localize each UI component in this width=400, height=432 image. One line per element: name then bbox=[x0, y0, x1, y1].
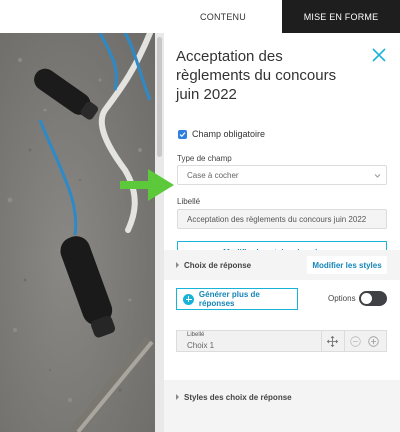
tab-format[interactable]: MISE EN FORME bbox=[282, 0, 400, 33]
choice-caption: Libellé bbox=[187, 332, 205, 338]
options-toggle[interactable] bbox=[359, 291, 387, 306]
field-type-label: Type de champ bbox=[177, 154, 232, 163]
required-checkbox[interactable] bbox=[178, 129, 187, 139]
generate-answers-button[interactable]: Générer plus de réponses bbox=[176, 288, 298, 310]
background-photo bbox=[0, 0, 164, 432]
photo-top-strip bbox=[0, 0, 164, 33]
options-label: Options bbox=[328, 294, 356, 303]
answers-section-body: Générer plus de réponses Options Libellé… bbox=[164, 280, 400, 380]
arrow-right-icon bbox=[120, 169, 174, 201]
chevron-down-icon bbox=[374, 174, 381, 178]
required-checkbox-row[interactable]: Champ obligatoire bbox=[178, 129, 265, 139]
editor-panel: CONTENU MISE EN FORME Acceptation des rè… bbox=[164, 0, 400, 432]
panel-title: Acceptation des règlements du concours j… bbox=[176, 48, 337, 103]
jump-rope-photo bbox=[0, 0, 164, 432]
choice-value[interactable]: Choix 1 bbox=[187, 341, 214, 350]
field-settings: Acceptation des règlements du concours j… bbox=[164, 33, 400, 263]
choice-divider bbox=[344, 331, 345, 351]
plus-circle-icon[interactable] bbox=[368, 336, 379, 347]
triangle-right-icon bbox=[176, 394, 179, 400]
plus-circle-icon bbox=[183, 293, 194, 305]
triangle-right-icon bbox=[176, 262, 179, 268]
preview-scrollbar-thumb[interactable] bbox=[157, 37, 162, 157]
tab-content[interactable]: CONTENU bbox=[164, 0, 282, 33]
close-icon[interactable] bbox=[371, 47, 387, 63]
answer-styles-section: Styles des choix de réponse bbox=[164, 380, 400, 432]
answers-section-title: Choix de réponse bbox=[184, 260, 252, 270]
panel-tabs: CONTENU MISE EN FORME bbox=[164, 0, 400, 33]
options-toggle-knob bbox=[361, 293, 372, 304]
minus-circle-icon[interactable] bbox=[350, 336, 361, 347]
required-label: Champ obligatoire bbox=[192, 129, 266, 139]
check-icon bbox=[179, 131, 186, 137]
choice-divider bbox=[321, 331, 322, 351]
answer-styles-title: Styles des choix de réponse bbox=[184, 392, 292, 402]
generate-answers-label: Générer plus de réponses bbox=[198, 290, 260, 308]
move-icon[interactable] bbox=[327, 336, 338, 347]
field-type-value: Case à cocher bbox=[187, 171, 239, 180]
modify-answer-styles-button[interactable]: Modifier les styles bbox=[307, 256, 387, 274]
libelle-input[interactable]: Acceptation des règlements du concours j… bbox=[177, 209, 387, 229]
choice-row[interactable]: Libellé Choix 1 bbox=[176, 330, 387, 352]
field-type-select[interactable]: Case à cocher bbox=[177, 165, 387, 185]
answer-styles-header[interactable]: Styles des choix de réponse bbox=[164, 382, 400, 412]
preview-scrollbar[interactable] bbox=[155, 33, 164, 432]
libelle-label: Libellé bbox=[177, 197, 201, 206]
